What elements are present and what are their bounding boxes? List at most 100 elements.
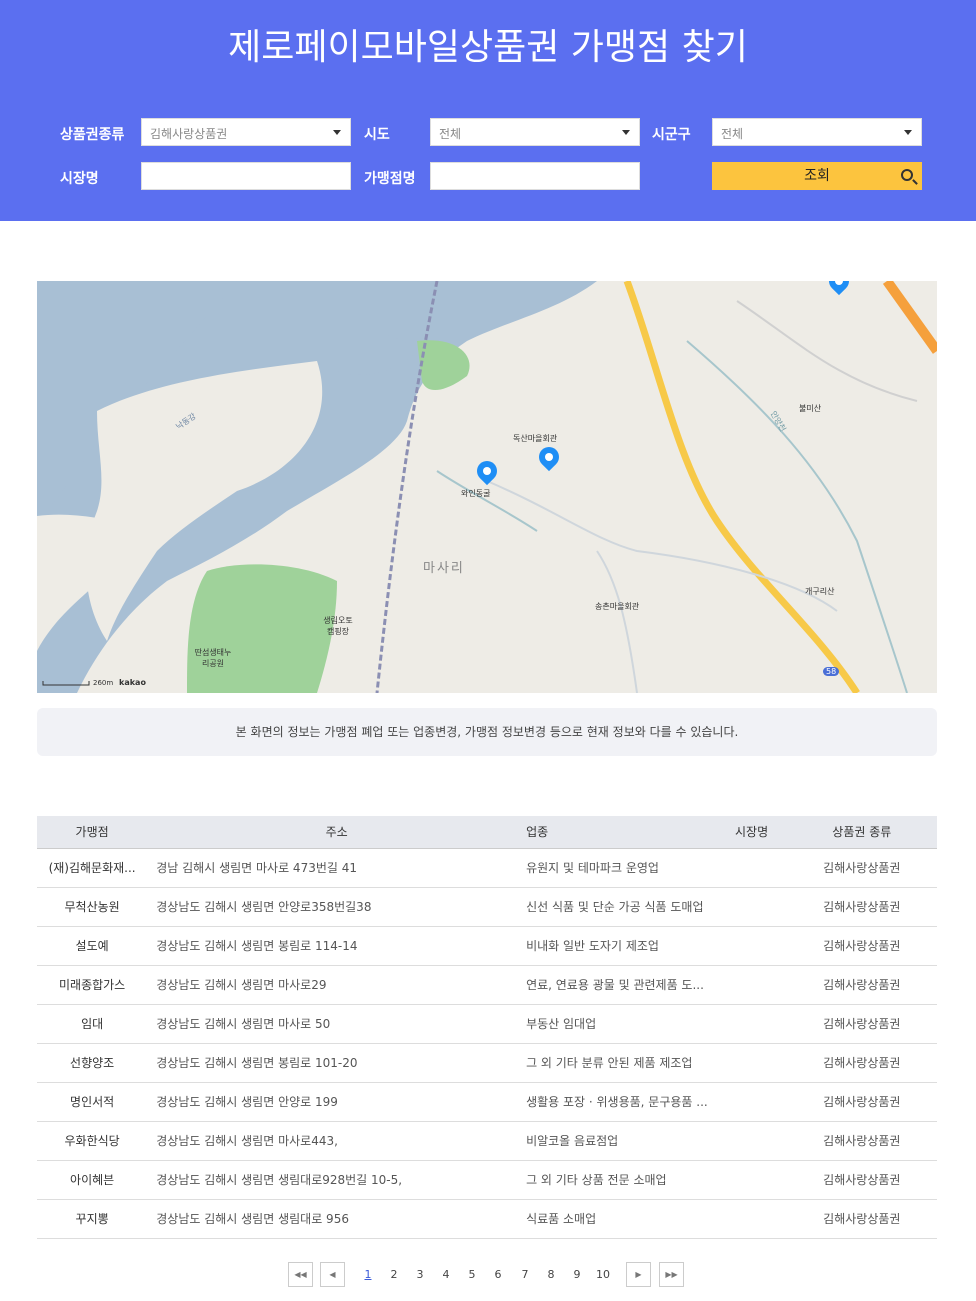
market-input[interactable] xyxy=(141,162,351,190)
store-cell: 미래종합가스 xyxy=(58,978,126,992)
search-icon xyxy=(901,169,913,181)
store-cell: 설도예 xyxy=(75,939,109,953)
table-row[interactable]: 선향양조 경상남도 김해시 생림면 봉림로 101-20 그 외 기타 분류 안된 … xyxy=(37,1043,937,1082)
map-label-songchon: 송촌마을회관 xyxy=(595,602,640,611)
voucher-cell: 김해사랑상품권 xyxy=(823,1173,901,1187)
first-page-button[interactable]: ◀◀ xyxy=(288,1262,313,1287)
category-cell: 신선 식품 및 단순 가공 식품 도매업 xyxy=(526,900,704,914)
map-label-camping: 생림오토캠핑장 xyxy=(323,616,353,636)
market-cell xyxy=(716,1160,786,1199)
voucher-cell: 김해사랑상품권 xyxy=(823,1134,901,1148)
voucher-type-label: 상품권종류 xyxy=(60,127,125,143)
voucher-cell: 김해사랑상품권 xyxy=(823,1212,901,1226)
page-number-10[interactable]: 10 xyxy=(593,1262,613,1287)
map-scale-text: 260m xyxy=(93,679,114,687)
store-table: 가맹점 주소 업종 시장명 상품권 종류 (재)김해문화재... 경남 김해시 생… xyxy=(37,816,937,1239)
next-page-button[interactable]: ▶ xyxy=(626,1262,651,1287)
market-cell xyxy=(716,1199,786,1238)
market-cell xyxy=(716,848,786,887)
store-cell: 꾸지뽕 xyxy=(75,1212,109,1226)
voucher-cell: 김해사랑상품권 xyxy=(823,1017,901,1031)
table-row[interactable]: 임대 경상남도 김해시 생림면 마사로 50 부동산 임대업 김해사랑상품권 xyxy=(37,1004,937,1043)
address-cell: 경상남도 김해시 생림면 봉림로 101-20 xyxy=(156,1056,358,1070)
page-number-3[interactable]: 3 xyxy=(410,1262,430,1287)
col-market: 시장명 xyxy=(716,816,787,849)
search-button[interactable]: 조회 xyxy=(712,162,922,190)
search-header: 제로페이모바일상품권 가맹점 찾기 상품권종류 김해사랑상품권 시도 전체 시군… xyxy=(0,0,976,221)
market-cell xyxy=(716,926,786,965)
store-cell: 우화한식당 xyxy=(64,1134,120,1148)
voucher-type-select[interactable]: 김해사랑상품권 xyxy=(141,118,351,146)
category-cell: 생활용 포장 · 위생용품, 문구용품 ... xyxy=(526,1095,708,1109)
map-label-doksan: 독산마을회관 xyxy=(513,434,558,443)
last-page-button[interactable]: ▶▶ xyxy=(659,1262,684,1287)
page-number-8[interactable]: 8 xyxy=(541,1262,561,1287)
map-label-masari: 마사리 xyxy=(423,561,465,576)
table-header-row: 가맹점 주소 업종 시장명 상품권 종류 xyxy=(37,816,937,849)
map-view[interactable]: 독산마을회관 와인동굴 마사리 생림오토캠핑장 딴섬생태누리공원 송촌마을회관 … xyxy=(37,281,937,693)
page-number-2[interactable]: 2 xyxy=(384,1262,404,1287)
table-body: (재)김해문화재... 경남 김해시 생림면 마사로 473번길 41 유원지 및 … xyxy=(37,848,937,1238)
chevron-down-icon xyxy=(333,130,341,135)
store-name-input[interactable] xyxy=(430,162,640,190)
store-cell: 무척산농원 xyxy=(64,900,120,914)
col-category: 업종 xyxy=(526,816,717,849)
market-cell xyxy=(716,887,786,926)
col-address: 주소 xyxy=(147,816,527,849)
market-cell xyxy=(716,1121,786,1160)
page-number-9[interactable]: 9 xyxy=(567,1262,587,1287)
voucher-cell: 김해사랑상품권 xyxy=(823,978,901,992)
page-number-1[interactable]: 1 xyxy=(358,1262,378,1287)
store-cell: 선향양조 xyxy=(70,1056,115,1070)
store-cell: 아이혜븐 xyxy=(70,1173,115,1187)
category-cell: 유원지 및 테마파크 운영업 xyxy=(526,861,659,875)
table-row[interactable]: 꾸지뽕 경상남도 김해시 생림면 생림대로 956 식료품 소매업 김해사랑상품권 xyxy=(37,1199,937,1238)
table-row[interactable]: 무척산농원 경상남도 김해시 생림면 안양로358번길38 신선 식품 및 단순 가… xyxy=(37,887,937,926)
map-label-gaegurisan: 개구리산 xyxy=(805,587,835,596)
kakao-logo: kakao xyxy=(119,678,146,687)
page-number-7[interactable]: 7 xyxy=(515,1262,535,1287)
sigungu-value: 전체 xyxy=(721,127,744,141)
sigungu-select[interactable]: 전체 xyxy=(712,118,922,146)
voucher-cell: 김해사랑상품권 xyxy=(823,900,901,914)
col-store: 가맹점 xyxy=(37,816,148,849)
market-cell xyxy=(716,965,786,1004)
page-title: 제로페이모바일상품권 가맹점 찾기 xyxy=(228,27,748,68)
prev-page-button[interactable]: ◀ xyxy=(320,1262,345,1287)
address-cell: 경상남도 김해시 생림면 생림대로 956 xyxy=(156,1212,349,1226)
road-number-badge: 58 xyxy=(823,667,840,676)
table-row[interactable]: 미래종합가스 경상남도 김해시 생림면 마사로29 연료, 연료용 광물 및 관련제… xyxy=(37,965,937,1004)
page-number-6[interactable]: 6 xyxy=(488,1262,508,1287)
market-cell xyxy=(716,1004,786,1043)
category-cell: 비내화 일반 도자기 제조업 xyxy=(526,939,659,953)
category-cell: 식료품 소매업 xyxy=(526,1212,597,1226)
page-number-5[interactable]: 5 xyxy=(462,1262,482,1287)
sido-select[interactable]: 전체 xyxy=(430,118,640,146)
voucher-cell: 김해사랑상품권 xyxy=(823,939,901,953)
col-voucher: 상품권 종류 xyxy=(786,816,937,849)
table-row[interactable]: 아이혜븐 경상남도 김해시 생림면 생림대로928번길 10-5, 그 외 기타 상… xyxy=(37,1160,937,1199)
sido-value: 전체 xyxy=(439,127,462,141)
sido-label: 시도 xyxy=(364,127,390,143)
address-cell: 경상남도 김해시 생림면 안양로 199 xyxy=(156,1095,338,1109)
info-notice: 본 화면의 정보는 가맹점 폐업 또는 업종변경, 가맹점 정보변경 등으로 현… xyxy=(37,708,937,756)
category-cell: 그 외 기타 상품 전문 소매업 xyxy=(526,1173,667,1187)
sigungu-label: 시군구 xyxy=(652,127,691,143)
category-cell: 연료, 연료용 광물 및 관련제품 도... xyxy=(526,978,704,992)
table-row[interactable]: 우화한식당 경상남도 김해시 생림면 마사로443, 비알코올 음료점업 김해사랑상품… xyxy=(37,1121,937,1160)
table-row[interactable]: 설도예 경상남도 김해시 생림면 봉림로 114-14 비내화 일반 도자기 제조업… xyxy=(37,926,937,965)
address-cell: 경상남도 김해시 생림면 마사로29 xyxy=(156,978,327,992)
table-row[interactable]: (재)김해문화재... 경남 김해시 생림면 마사로 473번길 41 유원지 및 … xyxy=(37,848,937,887)
store-cell: 임대 xyxy=(81,1017,104,1031)
market-label: 시장명 xyxy=(60,171,99,187)
voucher-cell: 김해사랑상품권 xyxy=(823,861,901,875)
address-cell: 경상남도 김해시 생림면 마사로 50 xyxy=(156,1017,331,1031)
address-cell: 경상남도 김해시 생림면 생림대로928번길 10-5, xyxy=(156,1173,403,1187)
page-number-4[interactable]: 4 xyxy=(436,1262,456,1287)
chevron-down-icon xyxy=(904,130,912,135)
address-cell: 경상남도 김해시 생림면 마사로443, xyxy=(156,1134,338,1148)
search-button-label: 조회 xyxy=(804,168,830,184)
table-row[interactable]: 명인서적 경상남도 김해시 생림면 안양로 199 생활용 포장 · 위생용품, 문… xyxy=(37,1082,937,1121)
chevron-down-icon xyxy=(622,130,630,135)
category-cell: 그 외 기타 분류 안된 제품 제조업 xyxy=(526,1056,693,1070)
